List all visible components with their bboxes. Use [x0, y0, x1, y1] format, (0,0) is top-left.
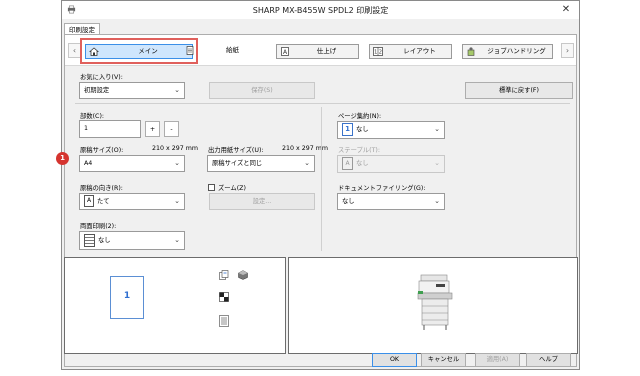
- output-size-label: 出力用紙サイズ(U):: [208, 147, 264, 154]
- close-icon: ✕: [561, 4, 571, 15]
- title-bar: SHARP MX-B455W SPDL2 印刷設定 ✕: [62, 1, 579, 19]
- preview-page: 1: [110, 276, 144, 319]
- ok-button[interactable]: OK: [372, 353, 417, 367]
- chevron-down-icon: ⌄: [434, 197, 440, 205]
- ribbon: ‹ メイン 給紙 A 仕上げ 12 レイアウト ジョブハンドリング ›: [65, 35, 576, 66]
- duplex-page-icon: [84, 233, 95, 247]
- layout-icon: 12: [373, 47, 383, 56]
- duplex-select[interactable]: なし ⌄: [79, 231, 185, 250]
- chevron-left-icon: ‹: [72, 46, 77, 55]
- copies-decrement-button[interactable]: -: [164, 121, 179, 137]
- chevron-down-icon: ⌄: [174, 159, 180, 167]
- copies-label: 部数(C):: [80, 113, 105, 120]
- document-filing-select[interactable]: なし ⌄: [337, 193, 445, 210]
- divider: [75, 103, 570, 104]
- staple-icon: A: [342, 156, 353, 170]
- pages-per-sheet-select[interactable]: 1 なし ⌄: [337, 121, 445, 139]
- main-tab-highlight: [80, 38, 198, 64]
- tab-job-handling[interactable]: ジョブハンドリング: [462, 44, 553, 59]
- original-size-select[interactable]: A4 ⌄: [79, 155, 185, 172]
- copies-stack-icon: [219, 270, 229, 280]
- portrait-icon: A: [84, 195, 94, 207]
- copies-input[interactable]: 1: [79, 120, 141, 138]
- quality-grid-icon: [219, 292, 229, 302]
- output-size-value: 原稿サイズと同じ: [212, 160, 263, 167]
- orientation-value: たて: [97, 198, 110, 205]
- zoom-checkbox[interactable]: [208, 184, 215, 191]
- tab-layout-label: レイアウト: [403, 47, 436, 55]
- zoom-settings-button[interactable]: 設定...: [209, 193, 315, 210]
- chevron-down-icon: ⌄: [174, 86, 180, 94]
- ribbon-scroll-right-button[interactable]: ›: [561, 43, 574, 58]
- preview-page-number: 1: [123, 291, 131, 301]
- staple-label: ステープル(T):: [338, 147, 380, 154]
- printer-illustration: [417, 274, 453, 330]
- chevron-down-icon: ⌄: [434, 125, 440, 133]
- favorites-label: お気に入り(V):: [80, 74, 123, 81]
- pages-per-sheet-icon: 1: [342, 122, 353, 136]
- document-text-icon: [219, 315, 229, 327]
- help-button[interactable]: ヘルプ: [526, 353, 571, 367]
- original-size-label: 原稿サイズ(O):: [80, 147, 124, 154]
- document-filing-label: ドキュメントファイリング(G):: [338, 185, 426, 192]
- duplex-label: 両面印刷(2):: [80, 223, 117, 230]
- document-filing-value: なし: [342, 198, 355, 205]
- svg-text:1: 1: [374, 50, 377, 56]
- chevron-down-icon: ⌄: [434, 159, 440, 167]
- chevron-down-icon: ⌄: [174, 197, 180, 205]
- pages-per-sheet-label: ページ集約(N):: [338, 113, 382, 120]
- finishing-icon: A: [281, 47, 289, 56]
- tab-finishing[interactable]: A 仕上げ: [276, 44, 359, 59]
- original-size-value: A4: [84, 160, 93, 167]
- save-button[interactable]: 保存(S): [209, 82, 315, 99]
- favorites-select[interactable]: 初期設定 ⌄: [79, 82, 185, 99]
- main-panel: ‹ メイン 給紙 A 仕上げ 12 レイアウト ジョブハンドリング › お気に入…: [64, 34, 578, 367]
- reset-defaults-button[interactable]: 標準に戻す(F): [465, 82, 573, 99]
- copies-value: 1: [84, 125, 89, 132]
- column-divider: [321, 107, 322, 251]
- tab-layout[interactable]: 12 レイアウト: [369, 44, 452, 59]
- original-size-dims: 210 x 297 mm: [152, 145, 199, 152]
- staple-value: なし: [356, 160, 369, 167]
- apply-button[interactable]: 適用(A): [475, 353, 520, 367]
- zoom-label: ズーム(Z): [218, 185, 246, 192]
- output-size-select[interactable]: 原稿サイズと同じ ⌄: [207, 155, 315, 172]
- svg-text:2: 2: [379, 50, 382, 56]
- chevron-down-icon: ⌄: [304, 159, 310, 167]
- chevron-down-icon: ⌄: [174, 236, 180, 244]
- callout-badge: 1: [56, 152, 69, 165]
- printer-settings-window: SHARP MX-B455W SPDL2 印刷設定 ✕ 印刷設定 ‹ メイン 給…: [61, 0, 580, 370]
- orientation-select[interactable]: A たて ⌄: [79, 193, 185, 210]
- tab-job-handling-label: ジョブハンドリング: [487, 47, 546, 55]
- pages-per-sheet-value: なし: [356, 126, 369, 133]
- page-preview-pane: [64, 257, 286, 354]
- favorites-value: 初期設定: [84, 87, 110, 94]
- tab-paper-source-label: 給紙: [226, 46, 239, 54]
- chevron-right-icon: ›: [565, 46, 570, 55]
- job-handling-icon: [467, 47, 475, 56]
- close-button[interactable]: ✕: [553, 1, 579, 18]
- orientation-label: 原稿の向き(R):: [80, 185, 123, 192]
- duplex-value: なし: [98, 237, 111, 244]
- tab-finishing-label: 仕上げ: [316, 47, 337, 55]
- copies-increment-button[interactable]: +: [145, 121, 160, 137]
- cancel-button[interactable]: キャンセル: [421, 353, 466, 367]
- color-mode-icon: [238, 270, 248, 280]
- window-title: SHARP MX-B455W SPDL2 印刷設定: [252, 6, 389, 15]
- staple-select[interactable]: A なし ⌄: [337, 155, 445, 173]
